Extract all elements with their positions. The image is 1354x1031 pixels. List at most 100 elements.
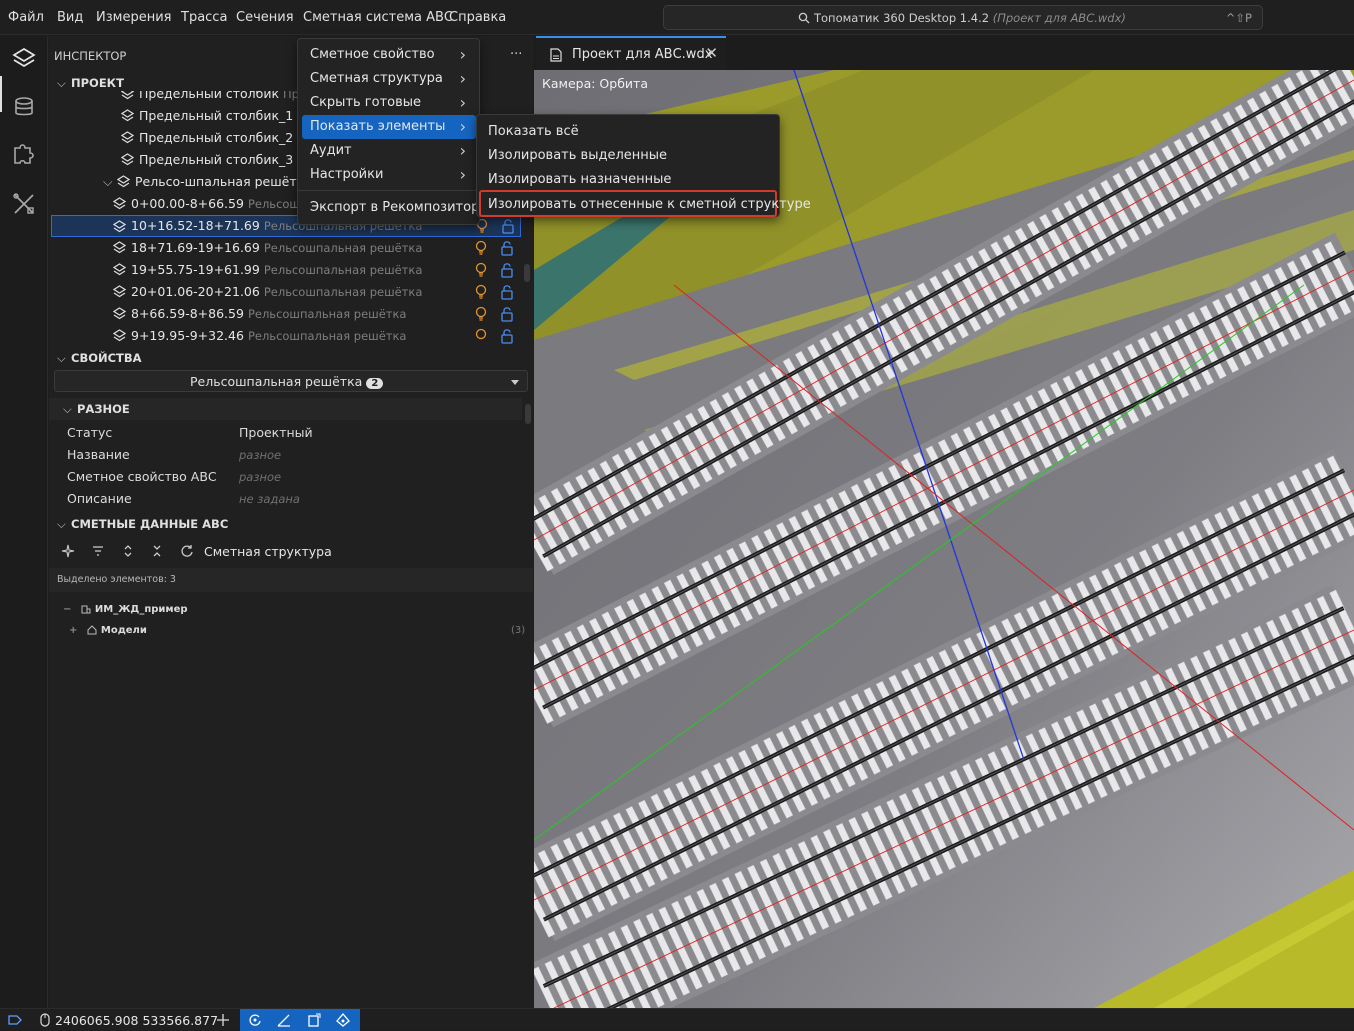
visibility-bulb-icon[interactable] (474, 240, 488, 256)
menu-item-show-elements[interactable]: Показать элементы› (302, 115, 476, 139)
expand-icon[interactable] (121, 544, 135, 558)
project-section[interactable]: ⌵ПРОЕКТ (57, 76, 124, 91)
lock-icon[interactable] (500, 328, 514, 344)
menu-item-estimate-property[interactable]: Сметное свойство› (302, 43, 476, 67)
selected-count: Выделено элементов: 3 (57, 574, 176, 585)
prop-value-name[interactable]: разное (239, 448, 281, 462)
tree-item[interactable]: 19+55.75-19+61.99Рельсошпальная решётка (51, 259, 521, 281)
menu-item-export-recomposer[interactable]: Экспорт в Рекомпозитор (302, 196, 476, 220)
close-tab-icon[interactable]: ✕ (705, 44, 718, 62)
filter-list-icon[interactable] (91, 544, 105, 558)
context-menu: Сметное свойство› Сметная структура› Скр… (297, 38, 480, 225)
chevron-down-icon: ⌵ (103, 174, 112, 190)
menu-route[interactable]: Трасса (181, 10, 227, 25)
estimate-tree-item[interactable]: − ИМ_ЖД_пример (63, 604, 188, 615)
layers-icon[interactable] (10, 44, 38, 72)
lock-icon[interactable] (500, 306, 514, 322)
mouse-icon (38, 1013, 52, 1027)
layer-icon (113, 197, 126, 210)
prop-key-description: Описание (67, 491, 132, 506)
layer-icon (117, 175, 130, 188)
crosshair-icon[interactable] (216, 1013, 230, 1027)
visibility-bulb-icon[interactable] (474, 306, 488, 322)
layer-icon (113, 329, 126, 342)
submenu-isolate-selected[interactable]: Изолировать выделенные (481, 143, 775, 167)
menu-file[interactable]: Файл (8, 10, 44, 25)
sparkle-icon[interactable] (61, 544, 75, 558)
group-header[interactable]: ⌵РАЗНОЕ (49, 398, 522, 420)
menu-separator (298, 190, 479, 191)
tree-item[interactable]: 8+66.59-8+86.59Рельсошпальная решётка (51, 303, 521, 325)
expand-toggle[interactable]: + (69, 625, 77, 636)
more-actions-button[interactable]: ··· (510, 47, 522, 62)
submenu-isolate-estimate-structure[interactable]: Изолировать отнесенные к сметной структу… (479, 190, 777, 217)
puzzle-icon[interactable] (10, 140, 38, 168)
element-type-select[interactable]: Рельсошпальная решётка2 (54, 370, 528, 392)
search-shortcut: ^⇧P (1226, 11, 1252, 25)
submenu-show-all[interactable]: Показать всё (481, 119, 775, 143)
estimate-section[interactable]: ⌵СМЕТНЫЕ ДАННЫЕ АВС (57, 517, 228, 532)
menu-abc-estimate[interactable]: Сметная система АВС (303, 10, 453, 25)
tree-item[interactable]: 18+71.69-19+16.69Рельсошпальная решётка (51, 237, 521, 259)
submenu-isolate-assigned[interactable]: Изолировать назначенные (481, 167, 775, 191)
inspector-title: ИНСПЕКТОР (54, 49, 126, 63)
layer-icon (113, 285, 126, 298)
menu-item-audit[interactable]: Аудит› (302, 139, 476, 163)
properties-section[interactable]: ⌵СВОЙСТВА (57, 351, 142, 366)
chevron-right-icon: › (460, 69, 466, 88)
cursor-coordinates: 2406065.908 533566.877 (55, 1013, 218, 1028)
menu-sections[interactable]: Сечения (236, 10, 294, 25)
menu-help[interactable]: Справка (449, 10, 506, 25)
command-search[interactable]: Топоматик 360 Desktop 1.4.2 (Проект для … (663, 5, 1263, 30)
estimate-structure-button[interactable]: Сметная структура (204, 544, 332, 559)
menu-view[interactable]: Вид (57, 10, 83, 25)
tree-scrollbar[interactable] (524, 264, 530, 282)
status-bar: 2406065.908 533566.877 (0, 1008, 1354, 1030)
tag-icon[interactable] (8, 1013, 22, 1027)
visibility-bulb-icon[interactable] (474, 262, 488, 278)
lock-icon[interactable] (500, 262, 514, 278)
prop-value-description[interactable]: не задана (239, 492, 300, 506)
visibility-bulb-icon[interactable] (474, 284, 488, 300)
tree-item[interactable]: 9+19.95-9+32.46Рельсошпальная решётка (51, 325, 521, 346)
snap-corner-icon[interactable] (307, 1013, 321, 1027)
tab-project[interactable]: Проект для АВС.wdx ✕ (536, 36, 726, 70)
tools-icon[interactable] (10, 190, 38, 218)
collapse-icon[interactable] (150, 544, 164, 558)
camera-mode-label: Камера: Орбита (542, 76, 648, 91)
chevron-down-icon: ⌵ (57, 76, 71, 91)
prop-key-status: Статус (67, 425, 112, 440)
selection-status: Выделено элементов: 3 (49, 568, 533, 592)
rotate-icon[interactable] (248, 1013, 262, 1027)
menu-measurements[interactable]: Измерения (96, 10, 171, 25)
chevron-down-icon: ⌵ (63, 402, 77, 417)
angle-icon[interactable] (277, 1013, 291, 1027)
visibility-bulb-icon[interactable] (474, 328, 488, 344)
menu-item-estimate-structure[interactable]: Сметная структура› (302, 67, 476, 91)
layer-icon (121, 109, 134, 122)
refresh-icon[interactable] (180, 544, 194, 558)
chevron-right-icon: › (460, 117, 466, 136)
layer-icon (113, 307, 126, 320)
collapse-toggle[interactable]: − (63, 604, 71, 615)
menu-item-settings[interactable]: Настройки› (302, 163, 476, 187)
lock-icon[interactable] (500, 240, 514, 256)
home-icon (87, 625, 97, 635)
tree-item[interactable]: 20+01.06-20+21.06Рельсошпальная решётка (51, 281, 521, 303)
prop-value-status[interactable]: Проектный (239, 425, 313, 440)
count-badge: 2 (366, 378, 383, 389)
lock-icon[interactable] (501, 218, 515, 234)
activity-bar (0, 36, 48, 1008)
menu-bar: Файл Вид Измерения Трасса Сечения Сметна… (0, 0, 1354, 35)
show-elements-submenu: Показать всё Изолировать выделенные Изол… (476, 114, 780, 217)
database-icon[interactable] (10, 93, 38, 121)
lock-icon[interactable] (500, 284, 514, 300)
snap-node-icon[interactable] (336, 1013, 350, 1027)
menu-item-hide-ready[interactable]: Скрыть готовые› (302, 91, 476, 115)
estimate-tree-item[interactable]: + Модели (69, 625, 147, 636)
active-indicator (0, 76, 2, 112)
prop-value-estimate-property[interactable]: разное (239, 470, 281, 484)
layer-icon (121, 153, 134, 166)
models-count: (3) (511, 625, 525, 636)
properties-scrollbar[interactable] (525, 404, 531, 424)
